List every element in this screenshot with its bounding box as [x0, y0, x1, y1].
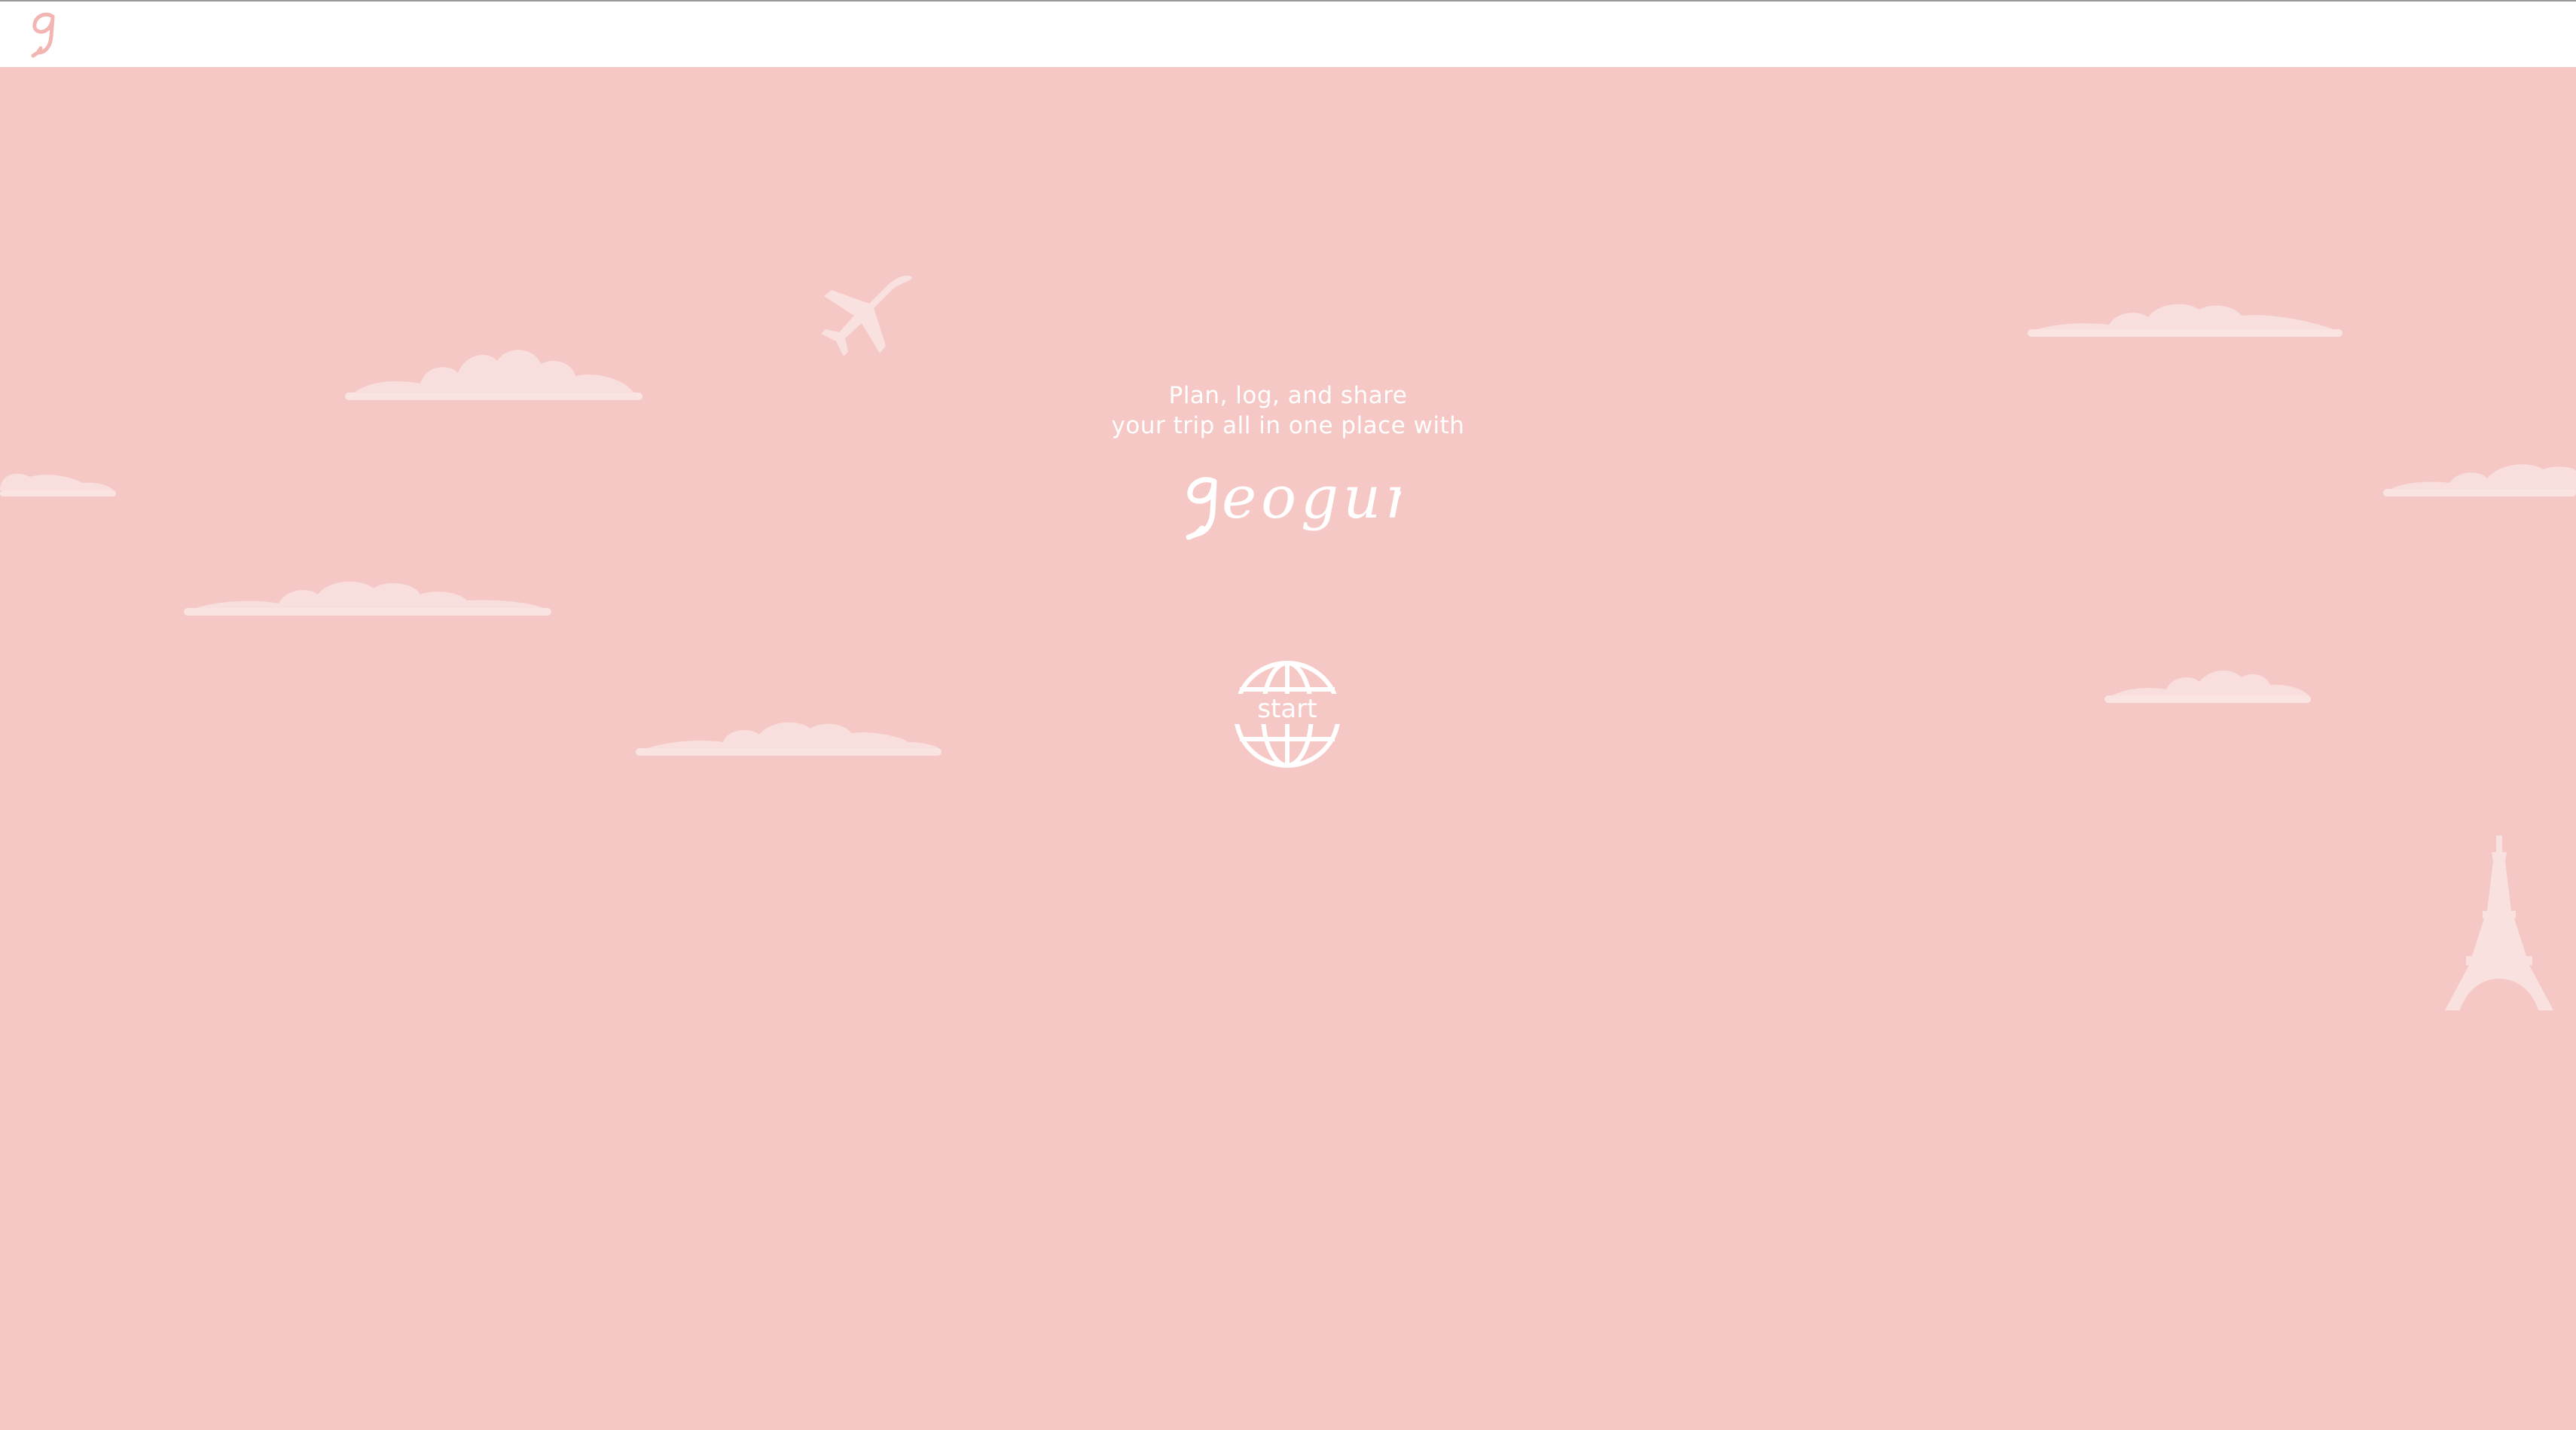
brand-name-text: eoguru: [1222, 464, 1401, 532]
tagline-line-1: Plan, log, and share: [1168, 382, 1408, 409]
tagline-line-2: your trip all in one place with: [1111, 412, 1465, 439]
top-navigation-bar: [0, 0, 2576, 67]
cloud-icon: [184, 581, 551, 616]
cloud-icon: [2383, 464, 2576, 497]
cloud-icon: [0, 473, 116, 497]
start-label-wrapper: start: [1232, 694, 1342, 724]
cloud-icon: [636, 722, 942, 756]
cloud-icon: [2028, 304, 2343, 337]
eiffel-tower-icon: [2445, 836, 2553, 1010]
cloud-icon: [2104, 670, 2311, 703]
start-button[interactable]: start: [1232, 659, 1342, 769]
hero-section: Plan, log, and share your trip all in on…: [0, 67, 2576, 1430]
tagline: Plan, log, and share your trip all in on…: [1062, 380, 1514, 441]
cloud-icon: [345, 350, 642, 400]
airplane-icon: [821, 275, 912, 356]
geoguru-logo-icon[interactable]: [24, 6, 69, 65]
geoguru-wordmark-logo: eoguru: [1186, 464, 1401, 540]
start-label: start: [1254, 694, 1320, 724]
